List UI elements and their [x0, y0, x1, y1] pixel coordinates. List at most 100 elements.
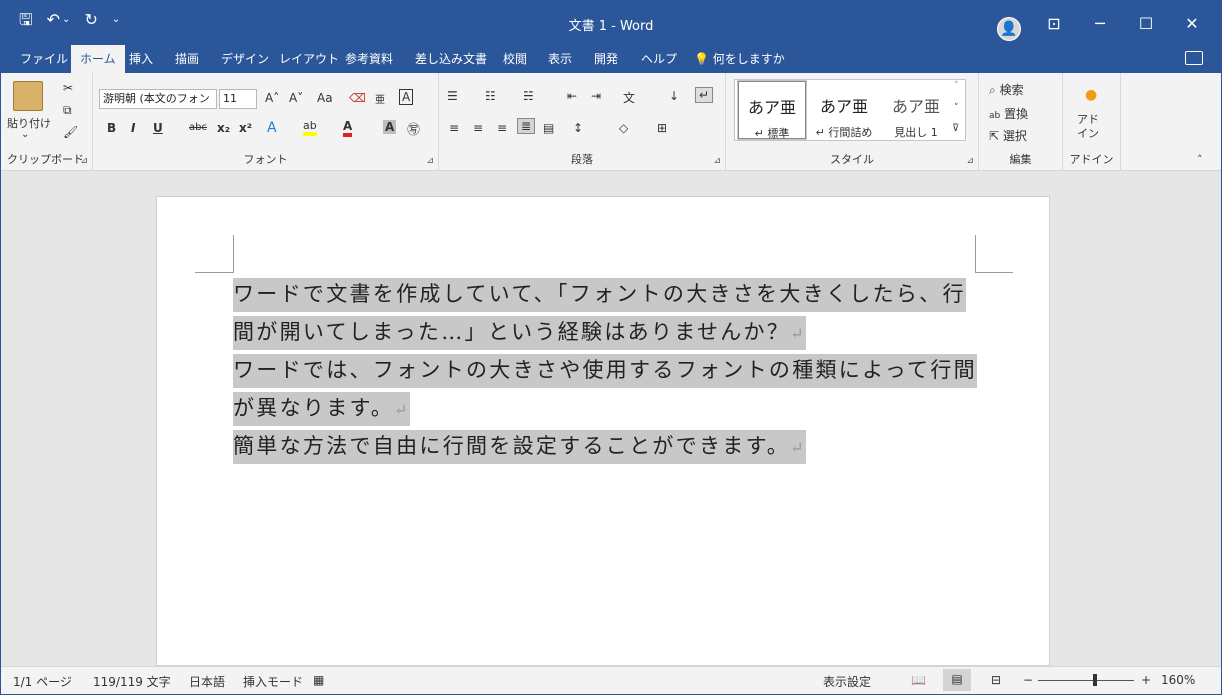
comments-icon[interactable] [1185, 51, 1203, 65]
numbering-icon[interactable]: ☷ [485, 89, 496, 103]
tab-draw[interactable]: 描画 [166, 45, 208, 73]
justify-button[interactable]: ≣ [517, 118, 536, 134]
font-name-combo[interactable]: 游明朝 (本文のフォン [99, 89, 217, 109]
phonetic-guide-icon[interactable]: 亜 [375, 91, 385, 106]
word-count[interactable]: 119/119 文字 [93, 673, 171, 690]
document-area: ワードで文書を作成していて、「フォントの大きさを大きくしたら、行 間が開いてしま… [1, 171, 1221, 666]
show-formatting-marks-button[interactable]: ↵ [695, 87, 714, 103]
tab-references[interactable]: 参考資料 [336, 45, 402, 73]
page-count[interactable]: 1/1 ページ [13, 673, 72, 690]
tab-design[interactable]: デザイン [212, 45, 278, 73]
macro-recording-icon[interactable]: ▦ [313, 673, 324, 687]
ribbon-display-options-icon[interactable]: ⊡ [1031, 1, 1077, 45]
language-indicator[interactable]: 日本語 [189, 673, 225, 690]
account-avatar[interactable]: 👤 [997, 17, 1021, 41]
grow-font-icon[interactable]: A˄ [265, 91, 279, 105]
sort-icon[interactable]: ↓ [669, 89, 679, 103]
tab-home[interactable]: ホーム [71, 45, 125, 73]
underline-button[interactable]: U [153, 121, 163, 135]
print-layout-icon[interactable]: ▤ [943, 669, 971, 691]
selected-text: ワードで文書を作成していて、「フォントの大きさを大きくしたら、行 [233, 278, 966, 312]
addins-button[interactable]: アド イン [1077, 113, 1099, 141]
web-layout-icon[interactable]: ⊟ [991, 673, 1001, 687]
enclose-characters-icon[interactable]: ㊢ [407, 119, 420, 138]
select-button[interactable]: ⇱ 選択 [989, 127, 1027, 144]
line-spacing-icon[interactable]: ↕ [573, 121, 583, 135]
zoom-slider[interactable] [1038, 680, 1134, 681]
align-right-icon[interactable]: ≡ [497, 121, 507, 135]
tab-help[interactable]: ヘルプ [632, 45, 686, 73]
clear-formatting-icon[interactable]: ⌫ [349, 91, 366, 105]
paragraph-launcher-icon[interactable]: ⊿ [713, 156, 721, 166]
character-shading-icon[interactable]: A [383, 120, 397, 134]
decrease-indent-icon[interactable]: ⇤ [567, 89, 577, 103]
document-page[interactable]: ワードで文書を作成していて、「フォントの大きさを大きくしたら、行 間が開いてしま… [156, 196, 1050, 666]
font-launcher-icon[interactable]: ⊿ [426, 156, 434, 166]
strikethrough-button[interactable]: abc [189, 122, 207, 133]
tab-file[interactable]: ファイル [11, 45, 77, 73]
tell-me-search[interactable]: 💡 何をしますか [685, 45, 794, 73]
group-font: 游明朝 (本文のフォン 11 A˄ A˅ Aa ⌫ 亜 A B I U abc … [93, 73, 439, 171]
multilevel-list-icon[interactable]: ☵ [523, 89, 534, 103]
bullets-icon[interactable]: ☰ [447, 89, 458, 103]
character-border-icon[interactable]: A [399, 89, 414, 105]
copy-icon[interactable]: ⧉ [63, 103, 72, 118]
replace-button[interactable]: ab 置換 [989, 105, 1028, 122]
distributed-icon[interactable]: ▤ [543, 121, 554, 135]
addins-icon[interactable]: ● [1085, 87, 1097, 103]
zoom-out-button[interactable]: − [1023, 673, 1033, 687]
subscript-button[interactable]: x₂ [217, 121, 230, 135]
styles-scroll-up-icon[interactable]: ˄ [954, 81, 959, 91]
paragraph-shading-icon[interactable]: ◇ [619, 121, 628, 135]
text-effects-icon[interactable]: A [267, 120, 277, 136]
asian-layout-icon[interactable]: 文 [623, 89, 635, 106]
style-heading-1[interactable]: あア亜 見出し 1 [882, 81, 950, 139]
increase-indent-icon[interactable]: ⇥ [591, 89, 601, 103]
document-body[interactable]: ワードで文書を作成していて、「フォントの大きさを大きくしたら、行 間が開いてしま… [233, 275, 977, 465]
paste-icon[interactable] [13, 81, 43, 111]
group-clipboard: 貼り付け ⌄ ✂ ⧉ 🖌 クリップボード ⊿ [1, 73, 93, 171]
style-preview: あア亜 [891, 97, 940, 116]
tab-review[interactable]: 校閲 [494, 45, 536, 73]
shrink-font-icon[interactable]: A˅ [289, 91, 303, 105]
display-settings-button[interactable]: 表示設定 [823, 673, 871, 690]
maximize-button[interactable]: ☐ [1123, 1, 1169, 45]
minimize-button[interactable]: ─ [1077, 1, 1123, 45]
cut-icon[interactable]: ✂ [63, 81, 73, 95]
change-case-icon[interactable]: Aa [317, 91, 333, 105]
read-mode-icon[interactable]: 📖 [911, 673, 926, 687]
borders-icon[interactable]: ⊞ [657, 121, 667, 135]
zoom-level[interactable]: 160% [1161, 673, 1195, 687]
tab-view[interactable]: 表示 [539, 45, 581, 73]
font-size-combo[interactable]: 11 [219, 89, 257, 109]
line-text: が異なります。 [233, 396, 394, 420]
bold-button[interactable]: B [107, 121, 116, 135]
align-center-icon[interactable]: ≡ [473, 121, 483, 135]
close-button[interactable]: ✕ [1169, 1, 1215, 45]
zoom-in-button[interactable]: + [1141, 673, 1151, 687]
group-editing: ⌕ 検索 ab 置換 ⇱ 選択 編集 [979, 73, 1063, 171]
styles-more-icon[interactable]: ⊽ [952, 123, 959, 134]
font-color-icon[interactable]: A [343, 119, 353, 137]
collapse-ribbon-icon[interactable]: ˄ [1197, 153, 1203, 166]
paste-dropdown-icon[interactable]: ⌄ [21, 129, 29, 140]
align-left-icon[interactable]: ≡ [449, 121, 459, 135]
styles-scroll-down-icon[interactable]: ˅ [954, 103, 959, 113]
tab-mailings[interactable]: 差し込み文書 [406, 45, 496, 73]
tab-developer[interactable]: 開発 [585, 45, 627, 73]
style-normal[interactable]: あア亜 ↵ 標準 [737, 80, 807, 140]
zoom-slider-thumb[interactable] [1093, 674, 1097, 686]
find-button[interactable]: ⌕ 検索 [989, 81, 1024, 98]
replace-icon: ab [989, 111, 1001, 121]
italic-button[interactable]: I [131, 121, 135, 135]
style-no-spacing[interactable]: あア亜 ↵ 行間詰め [810, 81, 878, 139]
styles-launcher-icon[interactable]: ⊿ [966, 156, 974, 166]
style-name: ↵ 標準 [754, 127, 790, 140]
insert-mode-indicator[interactable]: 挿入モード [243, 673, 303, 690]
format-painter-icon[interactable]: 🖌 [63, 125, 78, 139]
superscript-button[interactable]: x² [239, 121, 252, 135]
highlight-icon[interactable]: ab [303, 119, 317, 136]
clipboard-launcher-icon[interactable]: ⊿ [80, 156, 88, 166]
tab-insert[interactable]: 挿入 [120, 45, 162, 73]
lightbulb-icon: 💡 [694, 52, 709, 66]
